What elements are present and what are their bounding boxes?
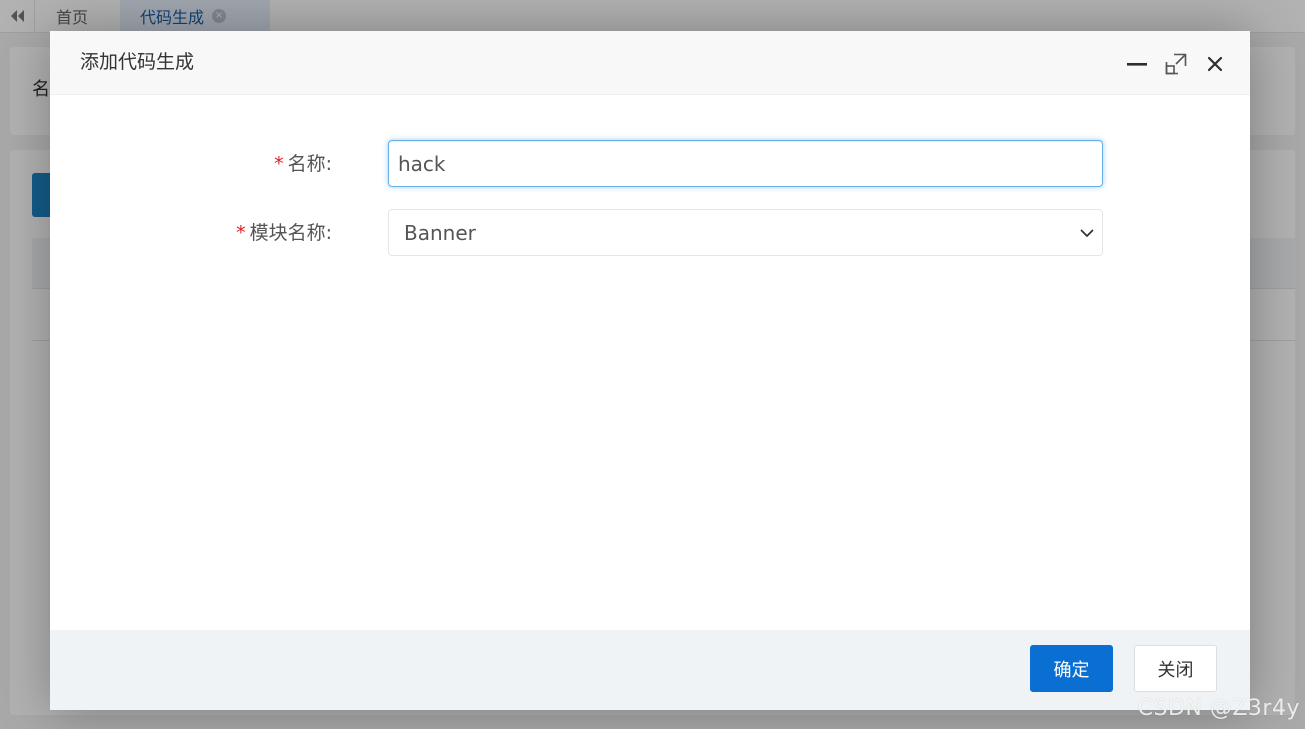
name-input[interactable]	[388, 140, 1103, 187]
name-label: * 名称:	[274, 151, 332, 177]
required-mark: *	[274, 153, 284, 175]
module-select-value: Banner	[404, 221, 476, 245]
required-mark: *	[236, 222, 246, 244]
form-row-name: * 名称:	[50, 140, 1250, 187]
close-button[interactable]: 关闭	[1134, 645, 1217, 692]
add-code-gen-dialog: 添加代码生成 * 名称: hack * 模块名称: Banner 确定 关闭	[50, 31, 1250, 710]
close-button-label: 关闭	[1157, 659, 1194, 681]
dialog-title: 添加代码生成	[80, 51, 195, 73]
form-row-module: * 模块名称: Banner	[50, 209, 1250, 256]
dialog-controls	[1111, 51, 1228, 77]
close-icon[interactable]	[1202, 51, 1228, 77]
module-select[interactable]: Banner	[388, 209, 1103, 256]
watermark: CSDN @Z3r4y	[1137, 696, 1300, 721]
dialog-body: *名称: *模块名称: Banner	[50, 95, 1250, 630]
module-label-text: 模块名称:	[249, 222, 332, 244]
maximize-icon[interactable]	[1163, 51, 1189, 77]
name-label-text: 名称:	[287, 153, 332, 175]
module-label: * 模块名称:	[236, 220, 332, 246]
confirm-button-label: 确定	[1053, 659, 1090, 681]
dialog-footer: 确定 关闭	[50, 630, 1250, 710]
dialog-header[interactable]: 添加代码生成	[50, 31, 1250, 95]
chevron-down-icon	[1080, 229, 1094, 237]
minimize-icon[interactable]	[1124, 51, 1150, 77]
confirm-button[interactable]: 确定	[1030, 645, 1113, 692]
